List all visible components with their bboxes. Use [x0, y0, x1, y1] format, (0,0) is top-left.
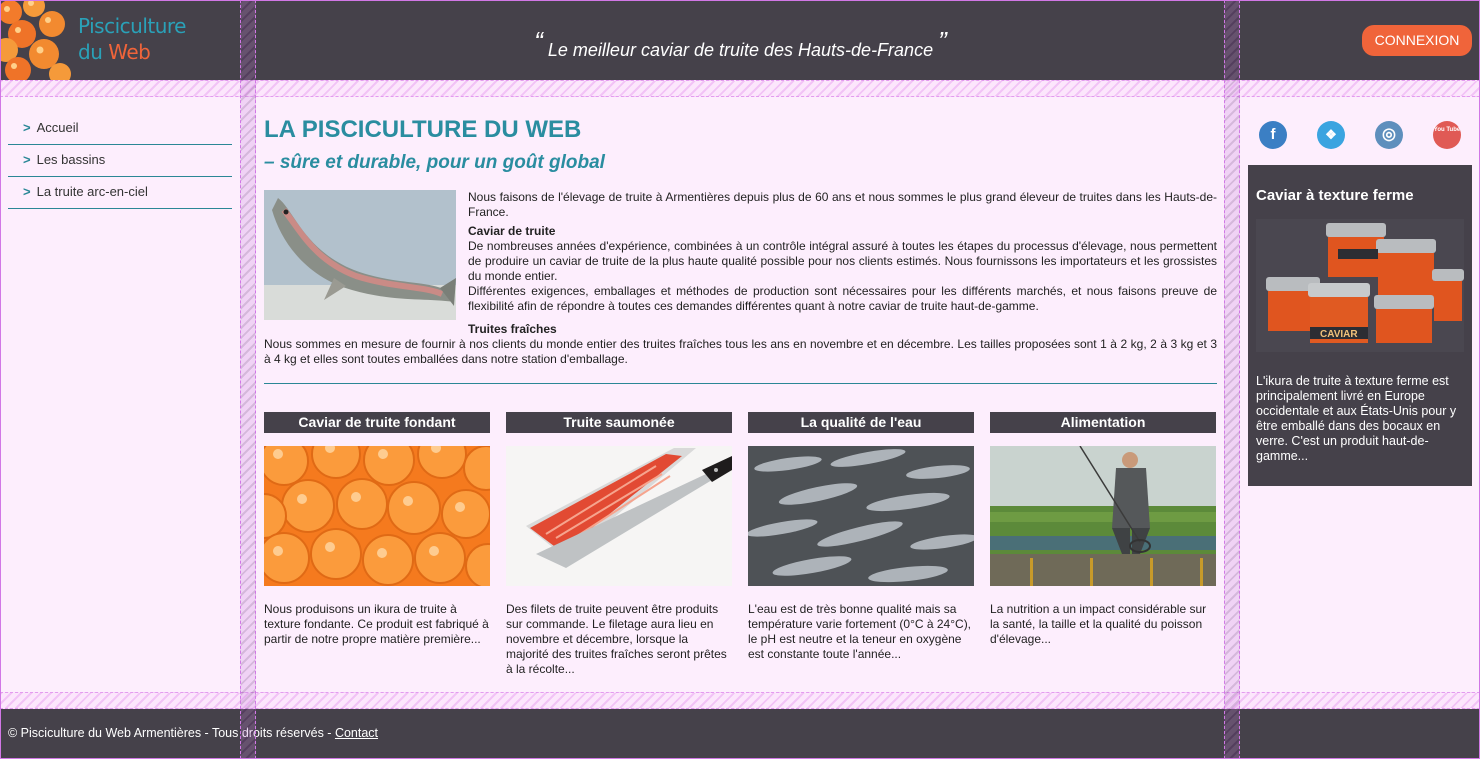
caviar-paragraph-1: De nombreuses années d'expérience, combi…: [468, 239, 1217, 283]
card-text: La nutrition a un impact considérable su…: [990, 602, 1207, 646]
card-title[interactable]: Caviar de truite fondant: [264, 412, 490, 433]
logo-line1: Pisciculture: [78, 14, 186, 38]
card-truite-saumonee[interactable]: Truite saumonée Des filets de truite peu…: [506, 412, 732, 677]
chevron-right-icon: >: [23, 184, 31, 199]
feature-cards: Caviar de truite fondant Nous produisons…: [264, 412, 1217, 692]
sidebar-item-accueil[interactable]: > Accueil: [8, 113, 232, 145]
salmon-fillet-knife-image: [506, 446, 732, 586]
logo-line2-du: du: [78, 40, 109, 64]
caviar-paragraph-2: Différentes exigences, emballages et mét…: [468, 284, 1217, 313]
tagline-text: Le meilleur caviar de truite des Hauts-d…: [547, 40, 934, 60]
sidebar-item-label: Accueil: [36, 120, 79, 135]
quote-open-icon: “: [534, 26, 543, 56]
card-alimentation[interactable]: Alimentation La nutrition a un impact co…: [990, 412, 1216, 647]
grid-gap-overlay-col-left: [240, 0, 256, 759]
featured-product-box[interactable]: Caviar à texture ferme CAVIAR L'ikura de…: [1248, 165, 1472, 486]
card-caviar-fondant[interactable]: Caviar de truite fondant Nous produisons…: [264, 412, 490, 647]
site-logo[interactable]: Pisciculture du Web: [0, 0, 240, 80]
chevron-right-icon: >: [23, 120, 31, 135]
youtube-icon[interactable]: You Tube: [1433, 121, 1461, 149]
twitter-icon[interactable]: ❖: [1317, 121, 1345, 149]
card-text: L'eau est de très bonne qualité mais sa …: [748, 602, 972, 661]
facebook-icon[interactable]: f: [1259, 121, 1287, 149]
social-links: f ❖ ◎ You Tube: [1259, 121, 1461, 149]
card-image-caviar[interactable]: [264, 446, 490, 586]
fresh-paragraph: Nous sommes en mesure de fournir à nos c…: [264, 337, 1217, 366]
fish-farmer-image: [990, 446, 1216, 586]
trout-illustration: [264, 190, 456, 320]
caviar-heading: Caviar de truite: [468, 224, 556, 238]
site-header: Pisciculture du Web “ Le meilleur caviar…: [0, 0, 1480, 80]
instagram-icon[interactable]: ◎: [1375, 121, 1403, 149]
card-qualite-eau[interactable]: La qualité de l'eau L'eau est de très bo…: [748, 412, 974, 662]
quote-close-icon: ”: [938, 26, 947, 56]
sidebar-item-bassins[interactable]: > Les bassins: [8, 145, 232, 177]
caviar-eggs-image: [264, 446, 490, 586]
section-divider: [264, 383, 1217, 384]
caviar-eggs-logo-icon: [0, 0, 71, 80]
card-title[interactable]: Truite saumonée: [506, 412, 732, 433]
card-title[interactable]: La qualité de l'eau: [748, 412, 974, 433]
grid-gap-overlay-row-bottom: [0, 692, 1480, 709]
sidebar-item-label: La truite arc-en-ciel: [36, 184, 148, 199]
intro-paragraph: Nous faisons de l'élevage de truite à Ar…: [468, 190, 1217, 219]
card-text: Des filets de truite peuvent être produi…: [506, 602, 727, 676]
card-image-water[interactable]: [748, 446, 974, 586]
trout-photo: [264, 190, 456, 320]
jar-label: CAVIAR: [1320, 329, 1358, 340]
featured-title[interactable]: Caviar à texture ferme: [1256, 185, 1464, 207]
logo-wordmark: Pisciculture du Web: [78, 13, 186, 65]
fresh-heading: Truites fraîches: [468, 322, 557, 336]
caviar-jars-image[interactable]: CAVIAR: [1256, 219, 1464, 352]
sidebar-nav: > Accueil > Les bassins > La truite arc-en-…: [8, 113, 232, 209]
page-title: LA PISCICULTURE DU WEB: [264, 116, 582, 143]
page-subtitle: – sûre et durable, pour un goût global: [264, 152, 605, 173]
card-image-feeding[interactable]: [990, 446, 1216, 586]
chevron-right-icon: >: [23, 152, 31, 167]
site-tagline: “ Le meilleur caviar de truite des Hauts…: [257, 26, 1224, 65]
login-button[interactable]: CONNEXION: [1362, 25, 1472, 56]
card-text: Nous produisons un ikura de truite à tex…: [264, 602, 489, 646]
logo-line2-web: Web: [108, 40, 151, 64]
card-title[interactable]: Alimentation: [990, 412, 1216, 433]
sidebar-item-truite[interactable]: > La truite arc-en-ciel: [8, 177, 232, 209]
copyright-text: © Pisciculture du Web Armentières - Tous…: [8, 726, 335, 740]
sidebar-item-label: Les bassins: [36, 152, 106, 167]
contact-link[interactable]: Contact: [335, 726, 378, 740]
caviar-jars-illustration: CAVIAR: [1256, 219, 1464, 352]
card-image-fillet[interactable]: [506, 446, 732, 586]
intro-section: Nous faisons de l'élevage de truite à Ar…: [264, 190, 1217, 367]
grid-gap-overlay-col-right: [1224, 0, 1240, 759]
grid-gap-overlay-row-top: [0, 80, 1480, 97]
trout-in-water-image: [748, 446, 974, 586]
main-content: LA PISCICULTURE DU WEB – sûre et durable…: [264, 110, 1217, 384]
site-footer: © Pisciculture du Web Armentières - Tous…: [0, 709, 1480, 759]
featured-text: L'ikura de truite à texture ferme est pr…: [1256, 374, 1457, 463]
footer-copyright: © Pisciculture du Web Armentières - Tous…: [8, 726, 378, 740]
